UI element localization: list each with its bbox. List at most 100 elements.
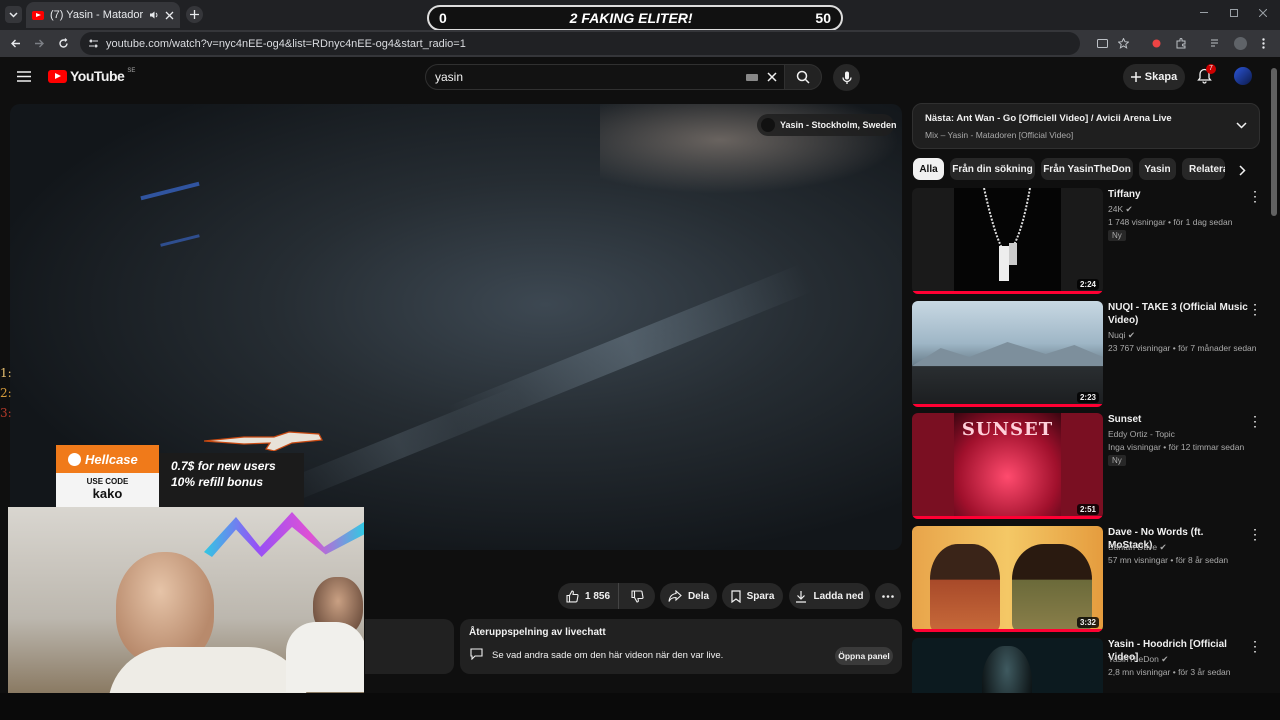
notifications-button[interactable]: 7 bbox=[1197, 64, 1216, 89]
duration-badge: 2:51 bbox=[1076, 504, 1099, 515]
extensions-puzzle-icon[interactable] bbox=[1176, 38, 1187, 49]
recommended-video[interactable]: SUNSET 2:51 Sunset Eddy Ortiz - Topic In… bbox=[912, 413, 1272, 519]
back-icon[interactable] bbox=[10, 38, 21, 49]
search-input[interactable]: yasin bbox=[425, 64, 785, 90]
minimize-icon[interactable] bbox=[1200, 12, 1208, 14]
site-info-icon[interactable] bbox=[88, 38, 99, 49]
tab-search-button[interactable] bbox=[5, 6, 22, 23]
score-right: 50 bbox=[815, 10, 831, 26]
score-banner: 0 2 FAKING ELITER! 50 bbox=[427, 5, 843, 31]
more-vertical-icon[interactable]: ⋮ bbox=[1248, 189, 1262, 203]
profile-avatar[interactable] bbox=[1234, 37, 1247, 50]
chip-label: Relatera bbox=[1189, 163, 1225, 175]
mix-subtitle: Mix – Yasin - Matadoren [Official Video] bbox=[925, 130, 1074, 140]
video-thumbnail[interactable]: SUNSET 2:51 bbox=[912, 413, 1103, 519]
reload-icon[interactable] bbox=[58, 38, 69, 49]
cast-icon[interactable] bbox=[1097, 39, 1108, 49]
browser-tab[interactable]: (7) Yasin - Matadoren [Offic bbox=[26, 2, 180, 28]
like-count: 1 856 bbox=[584, 590, 611, 602]
save-button[interactable]: Spara bbox=[722, 583, 783, 609]
thumbnail-image: SUNSET bbox=[954, 413, 1061, 519]
recommended-video[interactable]: 2:23 NUQI - TAKE 3 (Official Music Video… bbox=[912, 301, 1272, 407]
thumbnail-sunset-text: SUNSET bbox=[961, 419, 1054, 440]
download-icon bbox=[796, 590, 807, 603]
promo-use-code: USE CODE bbox=[86, 477, 129, 486]
close-window-icon[interactable] bbox=[1259, 9, 1267, 17]
url-field[interactable]: youtube.com/watch?v=nyc4nEE-og4&list=RDn… bbox=[80, 32, 1080, 55]
account-avatar[interactable] bbox=[1234, 67, 1252, 85]
recommended-video[interactable]: 3:32 Dave - No Words (ft. MoStack) Santa… bbox=[912, 526, 1272, 632]
chip-all[interactable]: Alla bbox=[913, 158, 944, 180]
address-toolbar: youtube.com/watch?v=nyc4nEE-og4&list=RDn… bbox=[0, 30, 1280, 57]
hamburger-menu-icon[interactable] bbox=[17, 71, 31, 82]
create-button[interactable]: Skapa bbox=[1123, 64, 1185, 90]
menu-kebab-icon[interactable] bbox=[1262, 38, 1265, 49]
chip-from-channel[interactable]: Från YasinTheDon bbox=[1041, 158, 1133, 180]
forward-icon[interactable] bbox=[34, 38, 45, 49]
new-tab-button[interactable] bbox=[186, 6, 203, 23]
video-thumbnail[interactable]: 3:32 bbox=[912, 526, 1103, 632]
close-tab-icon[interactable] bbox=[165, 11, 174, 20]
notification-badge: 7 bbox=[1206, 64, 1216, 74]
thumbnail-figure bbox=[982, 646, 1032, 693]
watch-progress-bar bbox=[912, 516, 1103, 519]
video-thumbnail[interactable] bbox=[912, 638, 1103, 693]
create-label: Skapa bbox=[1144, 71, 1178, 83]
more-actions-button[interactable] bbox=[875, 583, 901, 609]
channel-name[interactable]: YasinTheDon ✔ bbox=[1108, 654, 1168, 665]
search-button[interactable] bbox=[784, 64, 822, 90]
keyboard-icon[interactable] bbox=[746, 74, 758, 81]
bookmark-star-icon[interactable] bbox=[1118, 38, 1129, 49]
channel-name[interactable]: Santan Dave ✔ bbox=[1108, 542, 1167, 553]
score-left: 0 bbox=[439, 10, 447, 26]
location-chip[interactable]: Yasin - Stockholm, Sweden bbox=[757, 114, 897, 136]
side-number-3: 3: bbox=[0, 406, 12, 420]
logo-text: YouTube bbox=[70, 68, 125, 84]
description-box[interactable] bbox=[365, 619, 454, 674]
chip-related[interactable]: Relatera bbox=[1182, 158, 1225, 180]
channel-name[interactable]: Eddy Ortiz - Topic bbox=[1108, 429, 1175, 439]
plus-icon bbox=[1130, 72, 1141, 82]
share-button[interactable]: Dela bbox=[660, 583, 717, 609]
share-label: Dela bbox=[687, 590, 710, 602]
chip-from-search[interactable]: Från din sökning bbox=[950, 158, 1035, 180]
video-meta: 2,8 mn visningar • för 3 år sedan bbox=[1108, 667, 1231, 677]
chip-label: Alla bbox=[919, 163, 938, 175]
chip-label: Från din sökning bbox=[952, 163, 1033, 175]
more-vertical-icon[interactable]: ⋮ bbox=[1248, 302, 1262, 316]
download-button[interactable]: Ladda ned bbox=[789, 583, 870, 609]
recommended-video[interactable]: Yasin - Hoodrich [Official Video] YasinT… bbox=[912, 638, 1272, 693]
search-icon bbox=[796, 70, 810, 84]
share-icon bbox=[668, 590, 682, 602]
sidebar-scrollbar[interactable] bbox=[1271, 68, 1277, 216]
chevron-right-icon[interactable] bbox=[1239, 165, 1246, 176]
more-vertical-icon[interactable]: ⋮ bbox=[1248, 414, 1262, 428]
recommended-video[interactable]: 2:24 Tiffany 24K ✔ 1 748 visningar • för… bbox=[912, 188, 1272, 294]
more-horizontal-icon bbox=[882, 594, 894, 598]
chevron-down-icon[interactable] bbox=[1236, 122, 1247, 129]
chip-yasin[interactable]: Yasin bbox=[1139, 158, 1176, 180]
youtube-logo[interactable]: YouTube SE bbox=[48, 68, 135, 84]
video-meta: Inga visningar • för 12 timmar sedan bbox=[1108, 442, 1245, 452]
channel-name[interactable]: Nuqi ✔ bbox=[1108, 330, 1135, 341]
more-vertical-icon[interactable]: ⋮ bbox=[1248, 527, 1262, 541]
channel-name[interactable]: 24K ✔ bbox=[1108, 204, 1133, 215]
clear-search-icon[interactable] bbox=[767, 72, 777, 82]
dislike-button[interactable] bbox=[618, 583, 655, 609]
restore-icon[interactable] bbox=[1230, 9, 1238, 17]
more-vertical-icon[interactable]: ⋮ bbox=[1248, 639, 1262, 653]
voice-search-button[interactable] bbox=[833, 64, 860, 91]
speaker-icon[interactable] bbox=[149, 10, 159, 20]
chevron-down-icon bbox=[9, 11, 18, 18]
open-panel-button[interactable]: Öppna panel bbox=[835, 647, 893, 665]
video-thumbnail[interactable]: 2:23 bbox=[912, 301, 1103, 407]
up-next-panel[interactable]: Nästa: Ant Wan - Go [Officiell Video] / … bbox=[912, 103, 1260, 149]
channel-label: YasinTheDon bbox=[1108, 654, 1159, 664]
video-thumbnail[interactable]: 2:24 bbox=[912, 188, 1103, 294]
watch-progress-bar bbox=[912, 291, 1103, 294]
duration-badge: 2:24 bbox=[1076, 279, 1099, 290]
media-controls-icon[interactable] bbox=[1210, 38, 1221, 49]
like-button[interactable]: 1 856 bbox=[558, 583, 618, 609]
extension-red-icon[interactable] bbox=[1151, 38, 1162, 49]
side-number-2: 2: bbox=[0, 386, 12, 400]
